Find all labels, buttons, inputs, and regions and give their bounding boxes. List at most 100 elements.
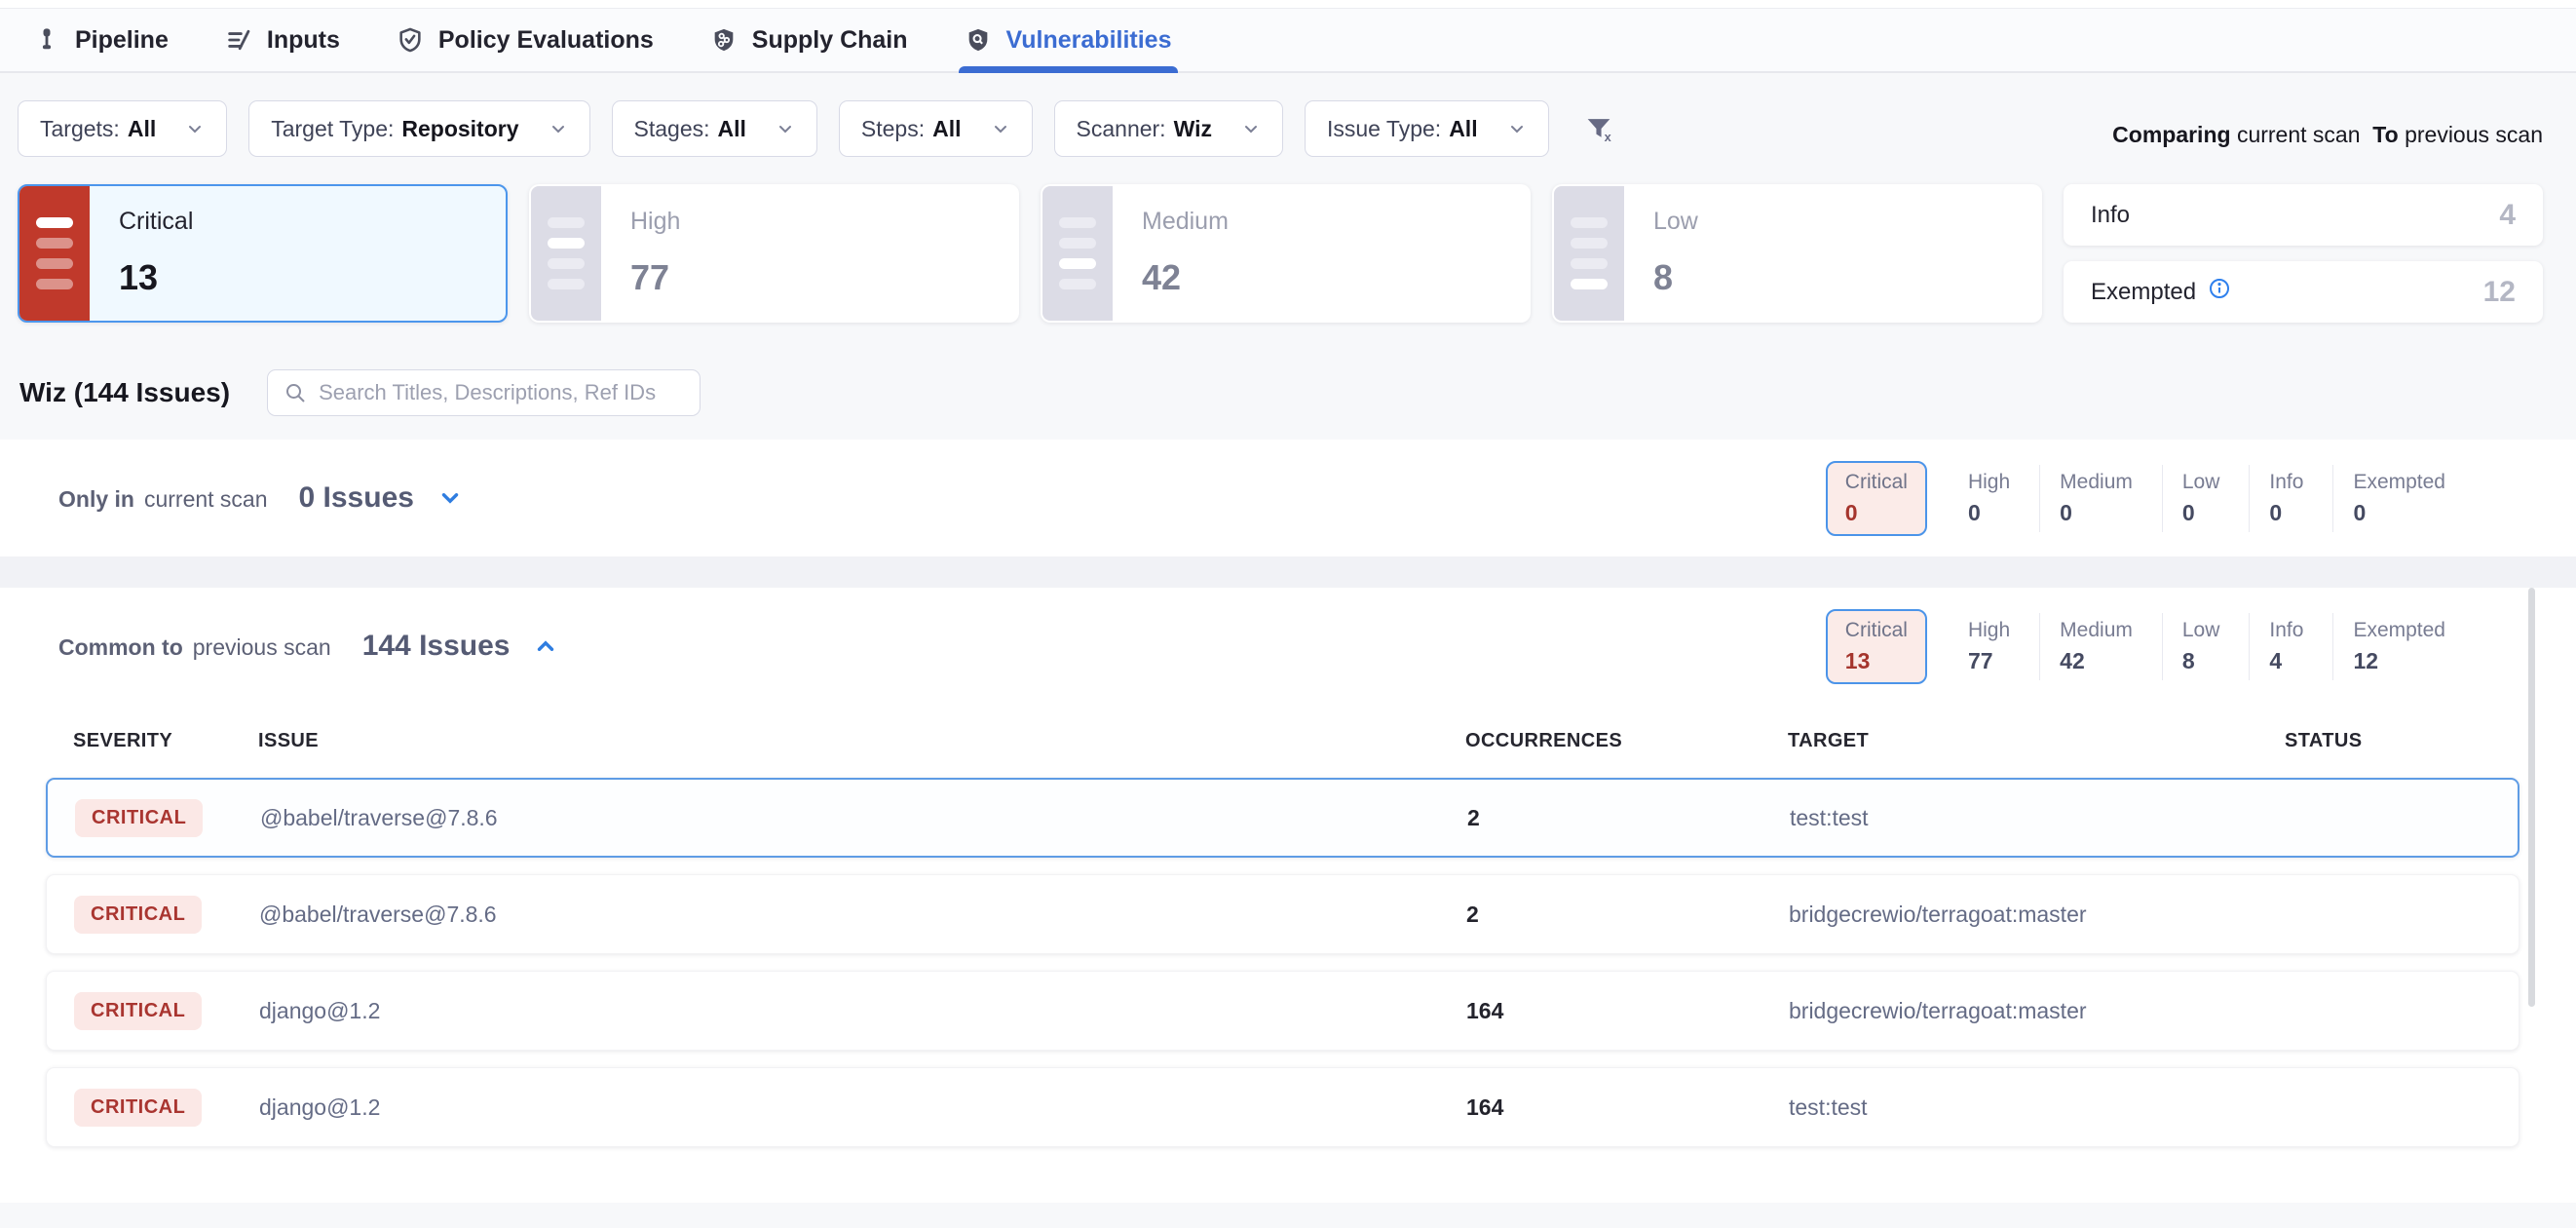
search-box bbox=[267, 369, 701, 416]
occurrences-cell: 2 bbox=[1466, 902, 1789, 928]
tab-vulnerabilities[interactable]: Vulnerabilities bbox=[965, 9, 1172, 71]
side-cards-column: Info 4 Exempted 12 bbox=[2064, 184, 2543, 323]
target-cell: bridgecrewio/terragoat:master bbox=[1789, 998, 2286, 1024]
chip-exempted[interactable]: Exempted 0 bbox=[2332, 465, 2475, 532]
filter-label: Targets: bbox=[40, 116, 120, 142]
severity-card-label: Critical bbox=[119, 208, 193, 236]
chip-label: Medium bbox=[2060, 471, 2133, 494]
table-row[interactable]: CRITICAL django@1.2 164 test:test bbox=[46, 1067, 2519, 1147]
filter-clear-icon[interactable]: x bbox=[1582, 112, 1615, 145]
severity-meter-icon bbox=[1042, 186, 1113, 321]
chip-high[interactable]: High 0 bbox=[1949, 465, 2039, 532]
chip-label: Info bbox=[2269, 619, 2303, 642]
chip-value: 77 bbox=[1968, 648, 2010, 674]
severity-badge: CRITICAL bbox=[74, 1089, 202, 1127]
search-icon bbox=[284, 381, 307, 404]
chip-exempted[interactable]: Exempted 12 bbox=[2332, 613, 2475, 680]
section-scan-label: current scan bbox=[144, 486, 268, 513]
table-row[interactable]: CRITICAL @babel/traverse@7.8.6 2 test:te… bbox=[46, 778, 2519, 858]
severity-card-count: 77 bbox=[630, 257, 680, 298]
severity-card-label: Low bbox=[1653, 208, 1698, 236]
steps-filter-dropdown[interactable]: Steps: All bbox=[839, 100, 1033, 157]
chip-label: Critical bbox=[1845, 619, 1908, 642]
filter-value: All bbox=[932, 116, 961, 142]
issue-cell: @babel/traverse@7.8.6 bbox=[260, 805, 1467, 831]
common-section-header: Common to previous scan 144 Issues Criti… bbox=[0, 588, 2576, 705]
chip-medium[interactable]: Medium 0 bbox=[2039, 465, 2162, 532]
severity-badge: CRITICAL bbox=[74, 992, 202, 1030]
severity-chip-group: Critical 13 High 77 Medium 42 Low 8 Info… bbox=[1826, 609, 2475, 684]
severity-card-medium[interactable]: Medium 42 bbox=[1041, 184, 1531, 323]
severity-card-count: 4 bbox=[2499, 199, 2516, 232]
chip-value: 13 bbox=[1845, 648, 1908, 674]
target-type-filter-dropdown[interactable]: Target Type:Repository bbox=[248, 100, 589, 157]
filter-value: All bbox=[718, 116, 746, 142]
filter-value: Wiz bbox=[1174, 116, 1212, 142]
chip-high[interactable]: High 77 bbox=[1949, 613, 2039, 680]
severity-card-count: 13 bbox=[119, 257, 193, 298]
severity-card-label: Info bbox=[2091, 202, 2130, 229]
filter-label: Target Type: bbox=[271, 116, 394, 142]
filter-label: Stages: bbox=[634, 116, 710, 142]
tab-inputs[interactable]: Inputs bbox=[225, 9, 340, 71]
scrollbar[interactable] bbox=[2528, 588, 2535, 1007]
table-row[interactable]: CRITICAL @babel/traverse@7.8.6 2 bridgec… bbox=[46, 874, 2519, 954]
column-header-target: TARGET bbox=[1788, 730, 2285, 752]
filter-label: Steps: bbox=[861, 116, 925, 142]
comparing-text: current scan bbox=[2237, 122, 2361, 147]
severity-card-high[interactable]: High 77 bbox=[529, 184, 1019, 323]
chip-label: Low bbox=[2182, 471, 2220, 494]
severity-card-info[interactable]: Info 4 bbox=[2064, 184, 2543, 246]
chip-medium[interactable]: Medium 42 bbox=[2039, 613, 2162, 680]
search-input[interactable] bbox=[319, 380, 684, 405]
results-title: Wiz (144 Issues) bbox=[19, 377, 230, 408]
chip-value: 0 bbox=[1845, 500, 1908, 526]
chip-info[interactable]: Info 4 bbox=[2249, 613, 2332, 680]
chevron-down-icon[interactable] bbox=[437, 485, 463, 511]
chip-label: Critical bbox=[1845, 471, 1908, 494]
targets-filter-dropdown[interactable]: Targets:All bbox=[18, 100, 227, 157]
severity-card-critical[interactable]: Critical 13 bbox=[18, 184, 508, 323]
occurrences-cell: 164 bbox=[1466, 998, 1789, 1024]
section-issue-count: 144 Issues bbox=[362, 630, 511, 663]
pipeline-icon bbox=[33, 26, 60, 54]
table-row[interactable]: CRITICAL django@1.2 164 bridgecrewio/ter… bbox=[46, 971, 2519, 1051]
severity-card-count: 42 bbox=[1142, 257, 1229, 298]
table-header: SEVERITY ISSUE OCCURRENCES TARGET STATUS bbox=[46, 705, 2519, 758]
chip-label: Exempted bbox=[2353, 619, 2445, 642]
severity-cards-row: Critical 13 High 77 Medium 42 Low 8 I bbox=[0, 161, 2576, 332]
info-icon[interactable] bbox=[2208, 277, 2231, 307]
tab-pipeline[interactable]: Pipeline bbox=[33, 9, 169, 71]
chip-info[interactable]: Info 0 bbox=[2249, 465, 2332, 532]
severity-card-exempted[interactable]: Exempted 12 bbox=[2064, 261, 2543, 323]
chip-low[interactable]: Low 0 bbox=[2162, 465, 2250, 532]
column-header-status: STATUS bbox=[2285, 730, 2519, 752]
severity-card-count: 12 bbox=[2483, 276, 2516, 309]
severity-card-low[interactable]: Low 8 bbox=[1552, 184, 2042, 323]
tab-label: Inputs bbox=[267, 26, 340, 55]
filter-value: All bbox=[1449, 116, 1477, 142]
target-cell: bridgecrewio/terragoat:master bbox=[1789, 902, 2286, 928]
issue-type-filter-dropdown[interactable]: Issue Type:All bbox=[1305, 100, 1549, 157]
tab-policy-evaluations[interactable]: Policy Evaluations bbox=[397, 9, 654, 71]
issue-cell: django@1.2 bbox=[259, 1094, 1466, 1121]
chip-low[interactable]: Low 8 bbox=[2162, 613, 2250, 680]
severity-badge: CRITICAL bbox=[74, 896, 202, 934]
tab-label: Policy Evaluations bbox=[438, 26, 654, 55]
severity-chip-group: Critical 0 High 0 Medium 0 Low 0 Info 0 … bbox=[1826, 461, 2475, 536]
tab-supply-chain[interactable]: Supply Chain bbox=[710, 9, 908, 71]
stages-filter-dropdown[interactable]: Stages: All bbox=[612, 100, 817, 157]
comparing-bold: Comparing bbox=[2112, 122, 2230, 147]
chip-critical[interactable]: Critical 13 bbox=[1826, 609, 1927, 684]
severity-card-count: 8 bbox=[1653, 257, 1698, 298]
chevron-down-icon bbox=[991, 119, 1010, 138]
chevron-down-icon bbox=[185, 119, 205, 138]
chip-critical[interactable]: Critical 0 bbox=[1826, 461, 1927, 536]
scanner-filter-dropdown[interactable]: Scanner:Wiz bbox=[1054, 100, 1283, 157]
issue-cell: @babel/traverse@7.8.6 bbox=[259, 902, 1466, 928]
section-only-in-current-scan: Only in current scan 0 Issues Critical 0… bbox=[0, 440, 2576, 556]
chip-value: 0 bbox=[1968, 500, 2010, 526]
supply-chain-icon bbox=[710, 26, 738, 54]
chevron-up-icon[interactable] bbox=[533, 633, 558, 659]
chip-value: 0 bbox=[2353, 500, 2445, 526]
